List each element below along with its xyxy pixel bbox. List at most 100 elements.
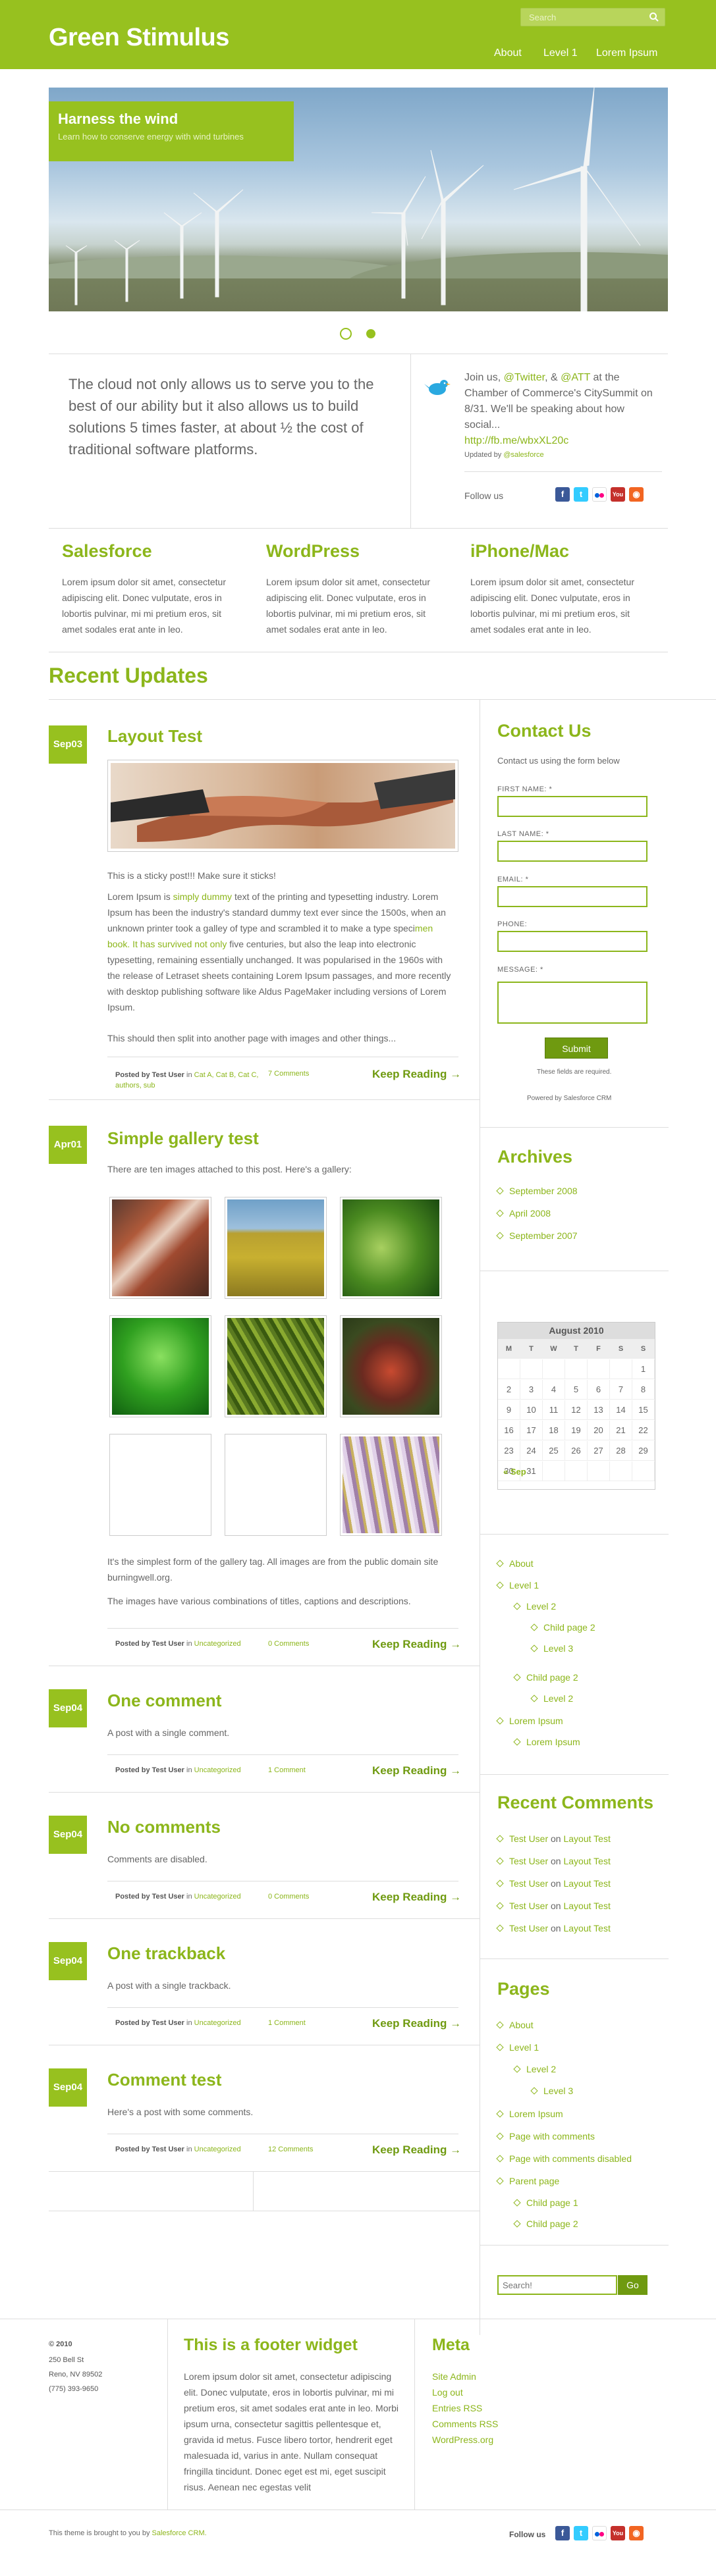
comment-post-link[interactable]: Layout Test [563,1856,610,1866]
comment-author-link[interactable]: Test User [509,1901,548,1911]
salesforce-crm-link[interactable]: Salesforce CRM. [152,2529,207,2537]
link-label[interactable]: Level 2 [526,1601,556,1612]
meta-link-entries-rss[interactable]: Entries RSS [432,2403,482,2413]
comment-author-link[interactable]: Test User [509,1878,548,1889]
slider-dot-1[interactable] [340,328,352,340]
keep-reading-link[interactable]: Keep Reading → [372,1891,461,1904]
post-categories[interactable]: Uncategorized [194,1766,241,1774]
flickr-icon[interactable] [592,2526,607,2540]
menu-link[interactable]: Lorem Ipsum [496,1716,563,1726]
comment-author-link[interactable]: Test User [509,1856,548,1866]
page-link[interactable]: Child page 1 [513,2197,578,2208]
column-title-iphone[interactable]: iPhone/Mac [470,541,569,562]
nav-lorem-ipsum[interactable]: Lorem Ipsum [596,47,657,59]
slide-caption[interactable]: Harness the wind Learn how to conserve e… [49,101,294,161]
link-label[interactable]: Page with comments disabled [509,2153,632,2164]
link-label[interactable]: About [509,2020,534,2030]
archive-link[interactable]: September 2007 [496,1230,578,1241]
page-link[interactable]: Level 2 [513,2064,556,2074]
phone-field[interactable] [497,931,647,952]
post-categories[interactable]: Uncategorized [194,2145,241,2153]
link-label[interactable]: Child page 1 [526,2197,578,2208]
meta-link-comments-rss[interactable]: Comments RSS [432,2419,498,2429]
link-label[interactable]: Page with comments [509,2131,595,2142]
tweet-mention-att[interactable]: @ATT [561,372,590,383]
post-comments-link[interactable]: 1 Comment [268,2019,306,2027]
archive-label[interactable]: April 2008 [509,1208,551,1219]
facebook-icon[interactable]: f [555,487,570,502]
gallery-image[interactable] [340,1315,442,1417]
sidebar-search-button[interactable]: Go [618,2275,647,2295]
gallery-image[interactable] [340,1197,442,1299]
page-link[interactable]: Page with comments [496,2131,595,2142]
link-label[interactable]: Level 2 [543,1693,573,1704]
search-icon[interactable] [649,12,659,24]
nav-about[interactable]: About [494,47,522,59]
meta-link-log-out[interactable]: Log out [432,2387,463,2398]
link-label[interactable]: Lorem Ipsum [509,1716,563,1726]
link-label[interactable]: Parent page [509,2176,559,2186]
youtube-icon[interactable]: You [611,487,625,502]
menu-link[interactable]: Level 2 [530,1693,573,1704]
calendar-prev-link[interactable]: « Sep [503,1467,526,1477]
gallery-image[interactable] [225,1434,327,1536]
comment-post-link[interactable]: Layout Test [563,1833,610,1844]
post-title-simple-gallery[interactable]: Simple gallery test [107,1128,259,1149]
keep-reading-link[interactable]: Keep Reading → [372,1764,461,1777]
archive-link[interactable]: September 2008 [496,1186,578,1196]
twitter-icon[interactable]: t [574,2526,588,2540]
column-title-salesforce[interactable]: Salesforce [62,541,152,562]
post-title-comment-test[interactable]: Comment test [107,2070,221,2090]
link-label[interactable]: Lorem Ipsum [526,1737,580,1747]
archive-label[interactable]: September 2008 [509,1186,578,1196]
link-label[interactable]: About [509,1558,534,1569]
rss-icon[interactable]: ◉ [629,2526,644,2540]
menu-link[interactable]: Child page 2 [513,1672,578,1683]
menu-link[interactable]: Level 3 [530,1643,573,1654]
submit-button[interactable]: Submit [545,1038,608,1059]
page-link[interactable]: Parent page [496,2176,559,2186]
search-input[interactable] [521,9,640,26]
page-link[interactable]: Lorem Ipsum [496,2109,563,2119]
link-label[interactable]: Lorem Ipsum [509,2109,563,2119]
gallery-image[interactable] [225,1197,327,1299]
keep-reading-link[interactable]: Keep Reading → [372,2017,461,2030]
page-link[interactable]: Page with comments disabled [496,2153,632,2164]
keep-reading-link[interactable]: Keep Reading → [372,1638,461,1651]
post-comments-link[interactable]: 7 Comments [268,1070,309,1078]
post-title-no-comments[interactable]: No comments [107,1817,221,1837]
youtube-icon[interactable]: You [611,2526,625,2540]
rss-icon[interactable]: ◉ [629,487,644,502]
link-label[interactable]: Child page 2 [526,1672,578,1683]
nav-level-1[interactable]: Level 1 [543,47,578,59]
menu-link[interactable]: Lorem Ipsum [513,1737,580,1747]
post-categories[interactable]: Uncategorized [194,2019,241,2027]
site-title[interactable]: Green Stimulus [49,24,229,52]
gallery-image[interactable] [109,1315,211,1417]
featured-slider[interactable]: Harness the wind Learn how to conserve e… [49,88,668,311]
comment-post-link[interactable]: Layout Test [563,1901,610,1911]
keep-reading-link[interactable]: Keep Reading → [372,2143,461,2157]
inline-link[interactable]: simply dummy [173,891,232,902]
post-title-one-trackback[interactable]: One trackback [107,1943,225,1964]
menu-link[interactable]: Child page 2 [530,1622,595,1633]
updated-by-user[interactable]: @salesforce [503,451,543,459]
first-name-field[interactable] [497,796,647,817]
facebook-icon[interactable]: f [555,2526,570,2540]
link-label[interactable]: Level 3 [543,1643,573,1654]
link-label[interactable]: Level 3 [543,2086,573,2096]
post-comments-link[interactable]: 1 Comment [268,1766,306,1774]
page-link[interactable]: Child page 2 [513,2219,578,2229]
post-categories[interactable]: Uncategorized [194,1893,241,1901]
page-link[interactable]: About [496,2020,534,2030]
archive-link[interactable]: April 2008 [496,1208,551,1219]
message-field[interactable] [497,982,647,1024]
flickr-icon[interactable] [592,487,607,502]
post-title-layout-test[interactable]: Layout Test [107,726,202,747]
twitter-icon[interactable]: t [574,487,588,502]
comment-author-link[interactable]: Test User [509,1923,548,1933]
archive-label[interactable]: September 2007 [509,1230,578,1241]
comment-post-link[interactable]: Layout Test [563,1923,610,1933]
column-title-wordpress[interactable]: WordPress [266,541,360,562]
link-label[interactable]: Level 2 [526,2064,556,2074]
